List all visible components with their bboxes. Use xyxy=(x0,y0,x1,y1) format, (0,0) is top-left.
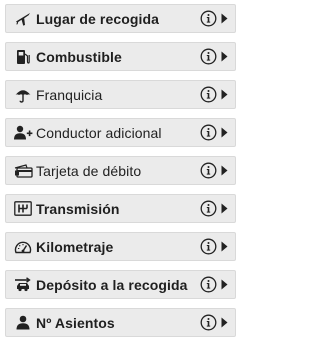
info-icon[interactable] xyxy=(200,276,217,293)
filter-item-debit-card[interactable]: Tarjeta de débito xyxy=(5,156,236,185)
filter-label: Nº Asientos xyxy=(36,314,115,331)
chevron-right-icon[interactable] xyxy=(221,203,228,214)
info-icon[interactable] xyxy=(200,238,217,255)
info-icon[interactable] xyxy=(200,48,217,65)
chevron-right-icon[interactable] xyxy=(221,127,228,138)
add-user-icon xyxy=(13,124,33,142)
info-icon[interactable] xyxy=(200,86,217,103)
info-icon[interactable] xyxy=(200,10,217,27)
chevron-right-icon[interactable] xyxy=(221,165,228,176)
chevron-right-icon[interactable] xyxy=(221,241,228,252)
filter-item-excess[interactable]: Franquicia xyxy=(5,80,236,109)
filter-item-fuel[interactable]: Combustible xyxy=(5,42,236,71)
info-icon[interactable] xyxy=(200,314,217,331)
filter-label: Combustible xyxy=(36,48,122,65)
umbrella-icon xyxy=(13,86,33,104)
filter-item-pickup-location[interactable]: Lugar de recogida xyxy=(5,4,236,33)
chevron-right-icon[interactable] xyxy=(221,279,228,290)
person-icon xyxy=(13,314,33,332)
car-deposit-icon xyxy=(13,276,33,294)
info-icon[interactable] xyxy=(200,162,217,179)
fuel-pump-icon xyxy=(13,48,33,66)
filter-item-mileage[interactable]: Kilometraje xyxy=(5,232,236,261)
filter-list: Lugar de recogida Combustible Franquicia xyxy=(5,4,236,346)
filter-label: Franquicia xyxy=(36,86,103,103)
filter-item-additional-driver[interactable]: Conductor adicional xyxy=(5,118,236,147)
filter-label: Tarjeta de débito xyxy=(36,162,142,179)
info-icon[interactable] xyxy=(200,200,217,217)
info-icon[interactable] xyxy=(200,124,217,141)
filter-label: Conductor adicional xyxy=(36,124,162,141)
chevron-right-icon[interactable] xyxy=(221,13,228,24)
filter-label: Transmisión xyxy=(36,200,120,217)
gearbox-icon xyxy=(13,200,33,218)
card-icon xyxy=(13,162,33,180)
chevron-right-icon[interactable] xyxy=(221,317,228,328)
filter-item-transmission[interactable]: Transmisión xyxy=(5,194,236,223)
filter-label: Kilometraje xyxy=(36,238,114,255)
filter-label: Depósito a la recogida xyxy=(36,276,188,293)
plane-icon xyxy=(13,10,33,28)
chevron-right-icon[interactable] xyxy=(221,51,228,62)
chevron-right-icon[interactable] xyxy=(221,89,228,100)
filter-label: Lugar de recogida xyxy=(36,10,160,27)
filter-item-pickup-deposit[interactable]: Depósito a la recogida xyxy=(5,270,236,299)
filter-item-seats[interactable]: Nº Asientos xyxy=(5,308,236,337)
speedometer-icon xyxy=(13,238,33,256)
